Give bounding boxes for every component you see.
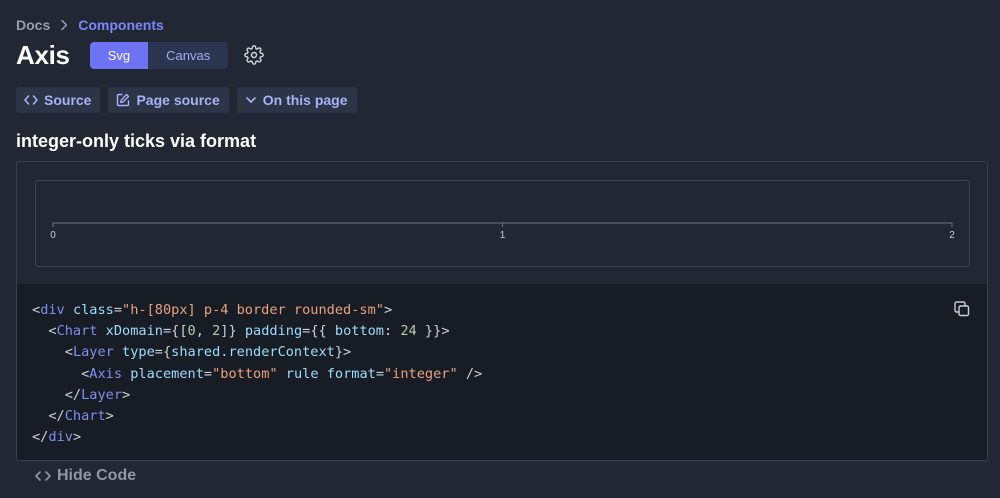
axis-tick-label: 2	[949, 230, 955, 241]
copy-icon[interactable]	[953, 300, 971, 318]
breadcrumb: Docs Components	[16, 16, 164, 34]
chart-preview: 0 1 2	[35, 180, 970, 267]
code-line: <div class="h-[80px] p-4 border rounded-…	[32, 302, 393, 318]
code-line: <Chart xDomain={[0, 2]} padding={{ botto…	[48, 323, 450, 340]
hide-code-label: Hide Code	[57, 467, 137, 484]
code-line: </Chart>	[48, 408, 114, 425]
code-block: <div class="h-[80px] p-4 border rounded-…	[17, 284, 987, 460]
code-line: </div>	[32, 429, 82, 446]
section-title: integer-only ticks via format	[16, 131, 257, 151]
breadcrumb-docs-link[interactable]: Docs	[16, 17, 50, 33]
breadcrumb-components-link[interactable]: Components	[78, 17, 164, 33]
toggle-canvas[interactable]: Canvas	[148, 42, 228, 69]
axis-tick-label: 1	[500, 230, 506, 241]
source-button-label: Source	[44, 92, 92, 108]
toggle-svg[interactable]: Svg	[89, 41, 149, 69]
edit-file-icon	[117, 93, 130, 107]
axis-chart: 0 1 2	[50, 222, 955, 241]
chevron-down-icon	[245, 97, 256, 103]
page-source-button[interactable]: Page source	[108, 87, 229, 113]
page-header: Axis Svg Canvas	[16, 39, 265, 70]
render-toggle: Svg Canvas	[89, 41, 229, 69]
on-this-page-button[interactable]: On this page	[236, 87, 357, 113]
code-line: <Layer type={shared.renderContext}>	[64, 344, 352, 361]
code-icon	[24, 95, 38, 105]
axis-tick-label: 0	[50, 230, 56, 241]
gear-icon[interactable]	[244, 45, 265, 65]
on-this-page-button-label: On this page	[262, 92, 348, 108]
page-title: Axis	[16, 39, 70, 70]
source-button[interactable]: Source	[16, 87, 101, 113]
code-content: <div class="h-[80px] p-4 border rounded-…	[32, 300, 482, 448]
chevron-right-icon	[60, 19, 68, 31]
code-line: <Axis placement="bottom" rule format="in…	[81, 365, 483, 382]
page-source-button-label: Page source	[136, 92, 220, 108]
code-line: </Layer>	[64, 386, 131, 403]
code-icon	[35, 471, 51, 481]
hide-code-button[interactable]: Hide Code	[34, 467, 136, 485]
example-card: 0 1 2 <div class="h-[80px] p-4 border roun…	[16, 161, 988, 461]
action-buttons: Source Page source On this page	[16, 87, 365, 113]
